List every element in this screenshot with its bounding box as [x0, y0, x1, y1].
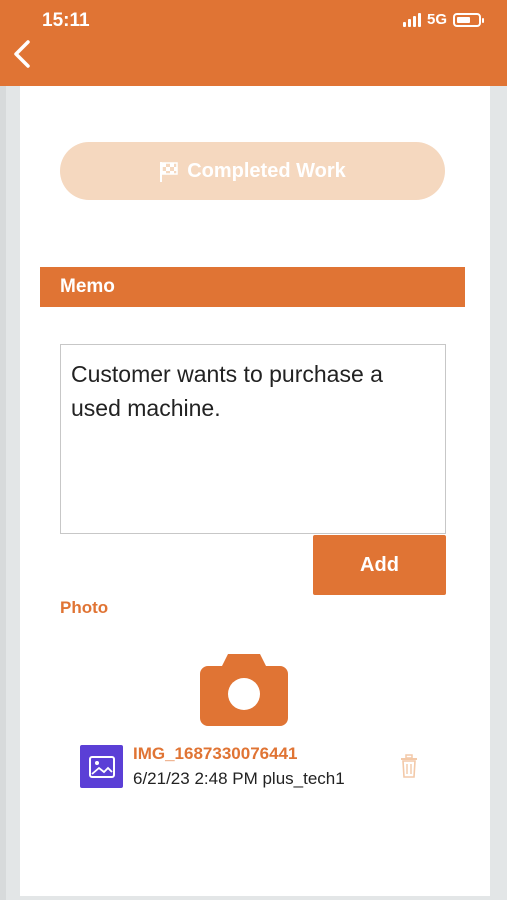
completed-work-button[interactable]: Completed Work [60, 142, 445, 200]
delete-button[interactable] [399, 754, 419, 778]
completed-work-label: Completed Work [187, 159, 346, 182]
photo-section-title: Photo [60, 598, 109, 617]
battery-icon [453, 12, 484, 27]
content-card: Completed Work Memo Customer wants to pu… [20, 86, 490, 896]
status-indicators: 5G [402, 11, 484, 28]
camera-button[interactable] [200, 652, 288, 726]
memo-textarea[interactable]: Customer wants to purchase a used machin… [60, 344, 446, 534]
photo-file-item[interactable]: IMG_1687330076441 6/21/23 2:48 PM plus_t… [80, 742, 440, 792]
signal-icon [402, 12, 421, 27]
image-file-icon [80, 745, 123, 788]
file-meta: 6/21/23 2:48 PM plus_tech1 [133, 769, 345, 788]
camera-icon [200, 654, 288, 726]
file-name[interactable]: IMG_1687330076441 [133, 744, 297, 764]
memo-section-title: Memo [40, 267, 465, 307]
network-label: 5G [426, 11, 447, 28]
status-time: 15:11 [42, 10, 90, 31]
app-header: 15:11 5G [0, 0, 507, 86]
chevron-left-icon [14, 40, 30, 68]
trash-icon [401, 754, 417, 778]
checkered-flag-icon [160, 162, 178, 182]
add-button[interactable]: Add [313, 535, 446, 595]
left-edge-divider [0, 86, 6, 900]
back-button[interactable] [10, 38, 36, 70]
